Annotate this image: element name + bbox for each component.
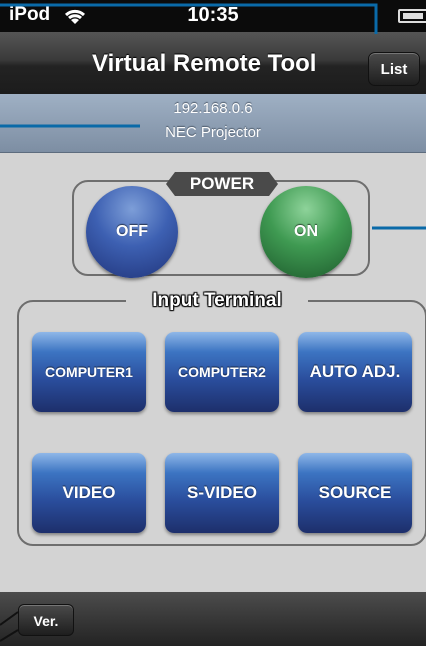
power-on-button[interactable]: ON xyxy=(260,186,352,278)
app-screen: iPod 10:35 Virtual Remote Tool List 192.… xyxy=(0,0,426,646)
version-button[interactable]: Ver. xyxy=(18,604,74,636)
status-bar: iPod 10:35 xyxy=(0,0,426,32)
power-label: POWER xyxy=(166,172,278,196)
computer2-button[interactable]: COMPUTER2 xyxy=(165,332,279,412)
computer1-button[interactable]: COMPUTER1 xyxy=(32,332,146,412)
battery-icon xyxy=(398,9,426,23)
device-header: 192.168.0.6 NEC Projector xyxy=(0,94,426,153)
s-video-button[interactable]: S-VIDEO xyxy=(165,453,279,533)
input-terminal-label: Input Terminal xyxy=(126,289,308,313)
video-button[interactable]: VIDEO xyxy=(32,453,146,533)
auto-adjust-button[interactable]: AUTO ADJ. xyxy=(298,332,412,412)
clock-label: 10:35 xyxy=(187,4,239,26)
device-name: NEC Projector xyxy=(165,124,261,141)
device-ip-address: 192.168.0.6 xyxy=(173,100,253,117)
power-off-button[interactable]: OFF xyxy=(86,186,178,278)
source-button[interactable]: SOURCE xyxy=(298,453,412,533)
page-title: Virtual Remote Tool xyxy=(92,50,317,77)
navigation-bar: Virtual Remote Tool List xyxy=(0,32,426,94)
list-button[interactable]: List xyxy=(368,52,420,86)
